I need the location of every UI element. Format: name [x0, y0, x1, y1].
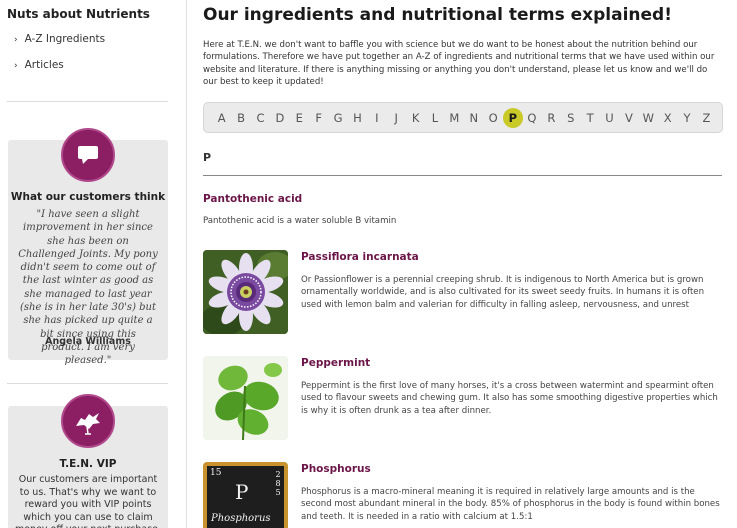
peppermint-leaves-image: [203, 356, 288, 440]
tile-shells: 2 8 5: [275, 470, 281, 497]
alphabet-letter-label: Y: [683, 110, 691, 125]
alphabet-letter-label: N: [469, 110, 479, 125]
alphabet-letter-label: E: [295, 110, 303, 125]
tile-symbol: P: [235, 480, 249, 504]
alphabet-letter-k[interactable]: K: [406, 107, 425, 129]
alphabet-letter-label: J: [394, 110, 398, 125]
alphabet-letter-v[interactable]: V: [619, 107, 638, 129]
alphabet-letter-a[interactable]: A: [212, 107, 231, 129]
alphabet-letter-label: C: [256, 110, 265, 125]
chevron-right-icon: ›: [14, 35, 18, 45]
chevron-right-icon: ›: [14, 61, 18, 71]
alphabet-letter-label: M: [449, 110, 460, 125]
vip-text: Our customers are important to us. That'…: [15, 474, 161, 528]
alphabet-letter-label: U: [605, 110, 614, 125]
section-divider: [203, 175, 722, 176]
speech-bubble-icon: [61, 128, 115, 182]
sidebar-link-az-ingredients[interactable]: › A-Z Ingredients: [14, 33, 105, 45]
testimonial-card: What our customers think "I have seen a …: [8, 128, 168, 366]
alphabet-letter-o[interactable]: O: [483, 107, 502, 129]
entry-description: Peppermint is the first love of many hor…: [301, 381, 718, 416]
alphabet-letter-label: O: [488, 110, 498, 125]
alphabet-letter-u[interactable]: U: [600, 107, 619, 129]
alphabet-letter-label: A: [217, 110, 226, 125]
alphabet-letter-h[interactable]: H: [348, 107, 367, 129]
sidebar-link-label: Articles: [24, 59, 64, 71]
alphabet-letter-y[interactable]: Y: [677, 107, 696, 129]
intro-paragraph: Here at T.E.N. we don't want to baffle y…: [203, 40, 715, 87]
alphabet-letter-label: P: [502, 107, 523, 128]
entry-title[interactable]: Pantothenic acid: [203, 193, 302, 205]
tile-name: Phosphorus: [211, 513, 271, 524]
alphabet-letter-label: S: [567, 110, 575, 125]
alphabet-letter-m[interactable]: M: [445, 107, 464, 129]
alphabet-letter-s[interactable]: S: [561, 107, 580, 129]
sidebar-divider: [7, 101, 168, 102]
alphabet-letter-n[interactable]: N: [464, 107, 483, 129]
entry-title[interactable]: Phosphorus: [301, 463, 371, 475]
sidebar-link-articles[interactable]: › Articles: [14, 59, 64, 71]
alphabet-letter-l[interactable]: L: [425, 107, 444, 129]
entry-description: Pantothenic acid is a water soluble B vi…: [203, 216, 397, 226]
entry-title[interactable]: Peppermint: [301, 357, 370, 369]
sidebar-heading: Nuts about Nutrients: [7, 7, 150, 21]
alphabet-letter-label: D: [275, 110, 285, 125]
alphabet-letter-e[interactable]: E: [290, 107, 309, 129]
alphabet-letter-d[interactable]: D: [270, 107, 289, 129]
alphabet-letter-label: B: [237, 110, 246, 125]
alphabet-letter-label: L: [431, 110, 439, 125]
sidebar-link-label: A-Z Ingredients: [24, 33, 106, 45]
alphabet-letter-label: R: [547, 110, 556, 125]
vip-card: T.E.N. VIP Our customers are important t…: [8, 394, 168, 528]
alphabet-letter-i[interactable]: I: [367, 107, 386, 129]
alphabet-letter-label: H: [353, 110, 362, 125]
testimonial-author: Angela Williams: [45, 336, 131, 347]
alphabet-letter-w[interactable]: W: [639, 107, 658, 129]
sidebar: Nuts about Nutrients › A-Z Ingredients › A…: [0, 0, 176, 528]
page-title: Our ingredients and nutritional terms ex…: [203, 5, 672, 25]
tile-atomic-number: 15: [210, 468, 222, 478]
horse-emblem-icon: [61, 394, 115, 448]
alphabet-letter-c[interactable]: C: [251, 107, 270, 129]
alphabet-letter-z[interactable]: Z: [697, 107, 716, 129]
alphabet-letter-label: Q: [527, 110, 537, 125]
entry-title[interactable]: Passiflora incarnata: [301, 251, 419, 263]
alphabet-letter-r[interactable]: R: [542, 107, 561, 129]
alphabet-letter-q[interactable]: Q: [522, 107, 541, 129]
sidebar-divider: [7, 383, 168, 384]
alphabet-letter-b[interactable]: B: [231, 107, 250, 129]
alphabet-letter-label: V: [624, 110, 633, 125]
section-letter: P: [203, 151, 212, 164]
alphabet-letter-t[interactable]: T: [580, 107, 599, 129]
alphabet-letter-g[interactable]: G: [328, 107, 347, 129]
alphabet-letter-j[interactable]: J: [387, 107, 406, 129]
alphabet-letter-label: I: [375, 110, 379, 125]
column-divider: [186, 0, 187, 528]
alphabet-nav: ABCDEFGHIJKLMNOPQRSTUVWXYZ: [203, 102, 723, 133]
alphabet-letter-p[interactable]: P: [502, 107, 523, 129]
alphabet-letter-label: X: [663, 110, 672, 125]
vip-title: T.E.N. VIP: [59, 458, 117, 470]
alphabet-letter-label: K: [411, 110, 420, 125]
alphabet-letter-label: W: [642, 110, 654, 125]
alphabet-letter-label: G: [333, 110, 343, 125]
entry-description: Phosphorus is a macro-mineral meaning it…: [301, 487, 720, 522]
entry-description: Or Passionflower is a perennial creeping…: [301, 275, 705, 310]
alphabet-letter-label: Z: [702, 110, 711, 125]
testimonial-title: What our customers think: [10, 191, 166, 203]
alphabet-letter-label: F: [315, 110, 322, 125]
alphabet-letter-f[interactable]: F: [309, 107, 328, 129]
alphabet-letter-x[interactable]: X: [658, 107, 677, 129]
passionflower-image: [203, 250, 288, 334]
phosphorus-element-tile-image: 15 P 2 8 5 Phosphorus: [203, 462, 288, 528]
alphabet-letter-label: T: [586, 110, 594, 125]
